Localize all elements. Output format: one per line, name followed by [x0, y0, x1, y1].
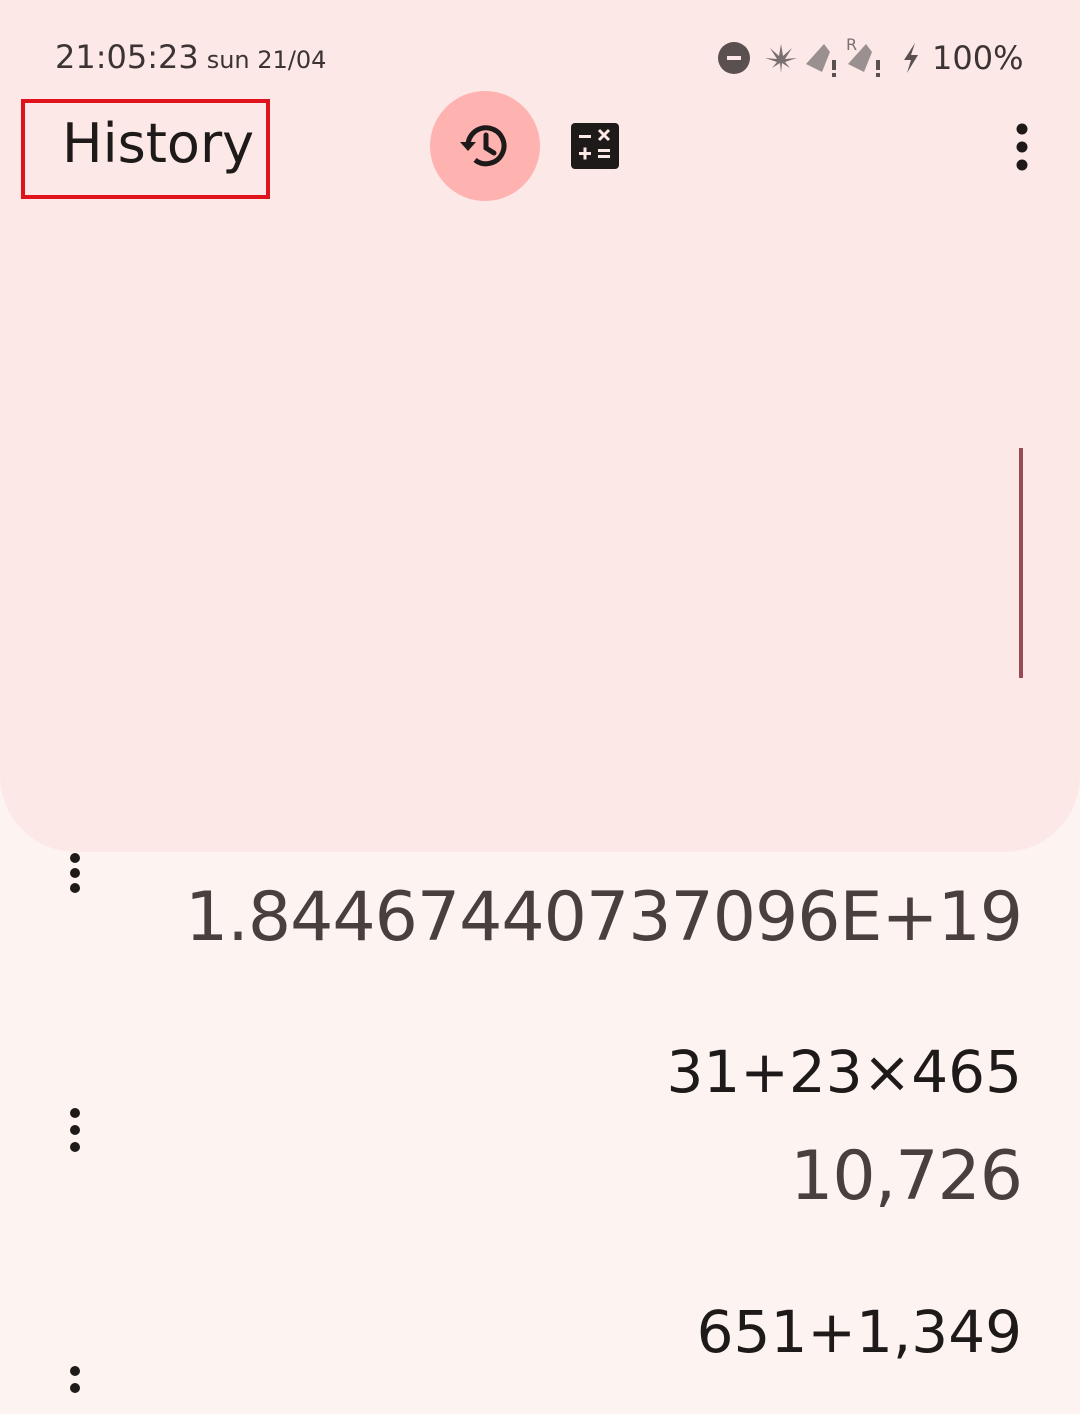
- history-expression[interactable]: 651+1,349: [697, 1298, 1022, 1366]
- cannabis-leaf-icon: [765, 44, 797, 73]
- more-options-button[interactable]: [1002, 122, 1042, 174]
- more-vert-icon: [70, 853, 80, 893]
- more-vert-icon: [70, 1366, 80, 1393]
- status-time-text: 21:05:23: [55, 38, 199, 76]
- charging-bolt-icon: [904, 43, 918, 73]
- entry-menu-button[interactable]: [60, 1108, 90, 1156]
- status-icons: R 100%: [718, 36, 1023, 80]
- battery-percent: 100%: [932, 39, 1024, 77]
- history-button[interactable]: [430, 91, 540, 201]
- status-date-text: sun 21/04: [206, 46, 327, 74]
- highlight-box: [21, 99, 270, 199]
- history-result[interactable]: 1.84467440737096E+19: [185, 878, 1023, 957]
- entry-menu-button[interactable]: [60, 1366, 90, 1414]
- no-signal-icon: [806, 44, 836, 77]
- calculator-icon: [571, 123, 619, 169]
- history-icon: [460, 125, 507, 167]
- svg-text:R: R: [846, 36, 857, 54]
- more-vert-icon: [70, 1108, 80, 1152]
- status-clock: 21:05:23 sun 21/04: [55, 38, 326, 76]
- calculator-button[interactable]: [571, 123, 619, 169]
- roaming-signal-icon: R: [846, 36, 880, 77]
- history-expression[interactable]: 31+23×465: [666, 1038, 1022, 1106]
- scroll-indicator: [1019, 448, 1023, 678]
- entry-menu-button[interactable]: [60, 853, 90, 901]
- do-not-disturb-icon: [718, 42, 750, 74]
- more-vert-icon: [1016, 123, 1028, 171]
- history-result[interactable]: 10,726: [790, 1137, 1023, 1216]
